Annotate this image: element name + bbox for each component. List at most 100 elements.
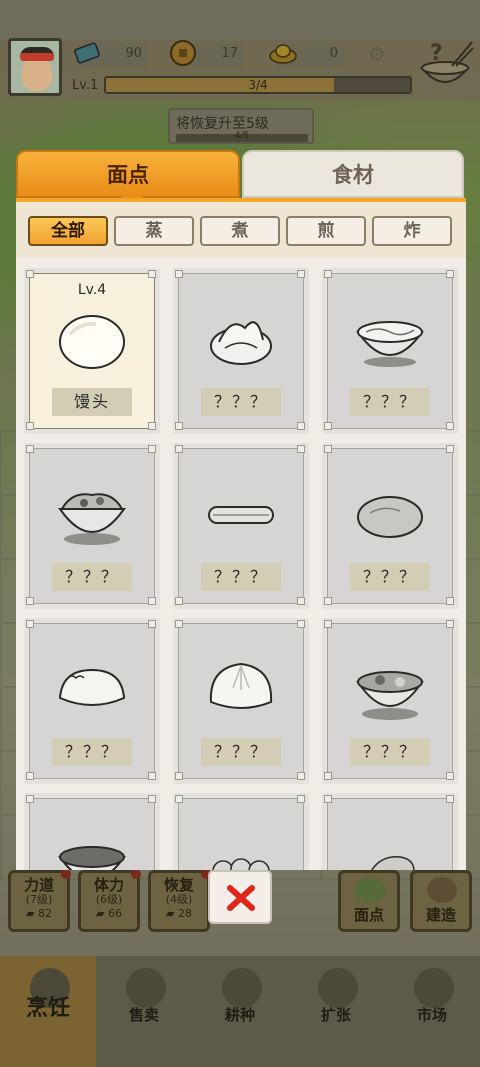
card-corner-ornament (446, 445, 454, 453)
dish-card[interactable] (24, 793, 160, 870)
hammer-icon (427, 877, 457, 903)
stat-button-recovery[interactable]: 恢复 (4级) ▰ 28 (148, 869, 211, 932)
card-corner-ornament (148, 422, 156, 430)
nav-expand[interactable]: 扩张 (288, 956, 384, 1067)
close-button[interactable] (208, 870, 272, 924)
card-corner-ornament (148, 597, 156, 605)
card-corner-ornament (175, 795, 183, 803)
card-corner-ornament (175, 270, 183, 278)
card-corner-ornament (148, 772, 156, 780)
tab-pastry[interactable]: 面点 (16, 150, 240, 206)
rice-bowl-icon (58, 493, 126, 545)
dish-card[interactable]: ？？？ (322, 618, 458, 784)
nav-sell[interactable]: 售卖 (96, 956, 192, 1067)
dish-level: Lv.4 (77, 282, 107, 298)
fish-bowl-icon (58, 846, 126, 870)
recipe-book-icon[interactable]: ? (416, 38, 474, 96)
dish-card[interactable] (173, 793, 309, 870)
card-corner-ornament (446, 270, 454, 278)
dish-card[interactable] (322, 793, 458, 870)
ticket-icon: ▰ (166, 907, 175, 920)
youtiao-icon (208, 506, 274, 524)
pastry-icon (355, 877, 385, 903)
coin-icon (170, 40, 196, 66)
filter-deep-fry[interactable]: 炸 (372, 216, 452, 246)
card-corner-ornament (297, 597, 305, 605)
player-avatar[interactable] (8, 38, 62, 96)
player-level: Lv.1 (72, 78, 99, 93)
card-corner-ornament (26, 422, 34, 430)
filter-boil[interactable]: 煮 (200, 216, 280, 246)
stat-button-stamina[interactable]: 体力 (6级) ▰ 66 (78, 869, 141, 932)
xp-bar: 3/4 (104, 76, 412, 94)
dish-card[interactable]: ？？？ (24, 618, 160, 784)
filter-steam[interactable]: 蒸 (114, 216, 194, 246)
filter-bar: 全部 蒸 煮 煎 炸 (16, 198, 466, 258)
wheat-icon (222, 968, 262, 1008)
card-corner-ornament (297, 795, 305, 803)
tab-ingredients[interactable]: 食材 (242, 150, 464, 198)
card-corner-ornament (446, 422, 454, 430)
card-corner-ornament (446, 597, 454, 605)
card-corner-ornament (446, 620, 454, 628)
side-button-pastry[interactable]: 面点 (338, 870, 400, 932)
dish-card[interactable]: ？？？ (322, 268, 458, 434)
dish-name: ？？？ (350, 563, 430, 591)
market-stall-icon (414, 968, 454, 1008)
upgrade-tip-text: 将恢复升至5级 (176, 116, 269, 132)
gold-ingot-icon (269, 44, 297, 64)
filter-all[interactable]: 全部 (28, 216, 108, 246)
footprints-icon (318, 968, 358, 1008)
card-corner-ornament (446, 772, 454, 780)
stat-cost: ▰ 82 (26, 907, 52, 920)
notification-dot (131, 869, 141, 879)
side-button-build[interactable]: 建造 (410, 870, 472, 932)
shaomai-icon (212, 858, 270, 870)
dish-name: ？？？ (201, 388, 281, 416)
ticket-icon: ▰ (26, 907, 35, 920)
mantou-icon (59, 315, 125, 369)
dish-card[interactable]: ？？？ (173, 268, 309, 434)
dish-name: ？？？ (52, 563, 132, 591)
upgrade-tip-progress: 4/5 (176, 131, 308, 142)
snack-plate-icon (371, 856, 415, 870)
card-corner-ornament (148, 445, 156, 453)
card-corner-ornament (297, 772, 305, 780)
card-corner-ornament (324, 422, 332, 430)
stat-cost: ▰ 66 (96, 907, 122, 920)
xp-text: 3/4 (248, 78, 268, 92)
dish-card[interactable]: ？？？ (173, 443, 309, 609)
ticket-icon (74, 42, 100, 64)
card-corner-ornament (26, 772, 34, 780)
card-corner-ornament (26, 620, 34, 628)
dish-name: ？？？ (350, 388, 430, 416)
nav-farm[interactable]: 耕种 (192, 956, 288, 1067)
card-corner-ornament (175, 597, 183, 605)
top-hud: 90 17 0 ⚙ ? Lv.1 3/4 将恢复升至5级 4/5 (0, 0, 480, 144)
card-corner-ornament (148, 270, 156, 278)
dish-name: ？？？ (201, 563, 281, 591)
card-corner-ornament (324, 620, 332, 628)
gold-counter: 0 (269, 44, 344, 66)
card-corner-ornament (297, 270, 305, 278)
nav-cooking[interactable]: 烹饪 (0, 956, 96, 1067)
card-corner-ornament (175, 422, 183, 430)
card-corner-ornament (324, 795, 332, 803)
dish-card[interactable]: Lv.4 馒头 (24, 268, 160, 434)
card-corner-ornament (297, 422, 305, 430)
dish-name: 馒头 (52, 388, 132, 416)
huajuan-icon (210, 321, 272, 365)
nav-market[interactable]: 市场 (384, 956, 480, 1067)
dish-card[interactable]: ？？？ (24, 443, 160, 609)
stat-cost: ▰ 28 (166, 907, 192, 920)
stat-button-strength[interactable]: 力道 (7级) ▰ 82 (8, 869, 71, 932)
card-corner-ornament (148, 795, 156, 803)
dish-card[interactable]: ？？？ (173, 618, 309, 784)
dish-card[interactable]: ？？？ (322, 443, 458, 609)
bottom-navigation: 烹饪 售卖 耕种 扩张 市场 (0, 956, 480, 1067)
notification-dot (61, 869, 71, 879)
card-corner-ornament (324, 445, 332, 453)
filter-pan-fry[interactable]: 煎 (286, 216, 366, 246)
card-corner-ornament (26, 795, 34, 803)
gear-icon[interactable]: ⚙ (368, 44, 388, 64)
